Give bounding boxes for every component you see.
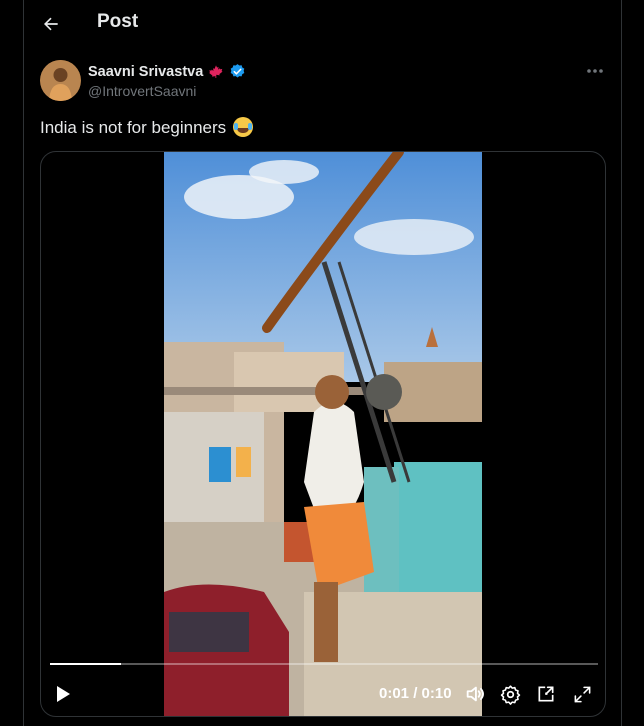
page-header: Post — [24, 0, 621, 46]
post-column: Post Saavni Srivastva @IntrovertSaavni I… — [23, 0, 622, 726]
video-player[interactable]: 0:01 / 0:10 — [40, 151, 606, 717]
fullscreen-icon — [574, 686, 590, 702]
back-button[interactable] — [36, 9, 66, 39]
more-icon — [587, 69, 603, 73]
play-icon — [57, 686, 70, 702]
picture-in-picture-button[interactable] — [535, 682, 557, 706]
more-options-button[interactable] — [585, 63, 605, 79]
video-progress-bar[interactable] — [50, 663, 598, 665]
fullscreen-button[interactable] — [571, 682, 593, 706]
author-name[interactable]: Saavni Srivastva — [88, 64, 203, 80]
video-frame[interactable] — [164, 152, 482, 716]
volume-icon — [466, 686, 484, 702]
author-handle[interactable]: @IntrovertSaavni — [88, 83, 196, 99]
settings-icon — [500, 684, 520, 705]
face-with-tears-of-joy-icon — [232, 117, 253, 137]
play-button[interactable] — [53, 682, 73, 706]
arrow-left-icon — [44, 17, 58, 31]
avatar[interactable] — [40, 60, 81, 101]
tweet-text: India is not for beginners — [40, 117, 253, 138]
author-name-row[interactable]: Saavni Srivastva — [88, 63, 246, 80]
tweet-text-content: India is not for beginners — [40, 118, 227, 137]
page-title: Post — [97, 11, 139, 32]
video-progress-fill — [50, 663, 122, 665]
video-time-display: 0:01 / 0:10 — [379, 685, 452, 702]
verified-badge-icon[interactable] — [229, 63, 246, 80]
settings-button[interactable] — [499, 682, 521, 706]
picture-in-picture-icon — [538, 686, 554, 702]
maple-leaf-icon — [209, 64, 223, 78]
volume-button[interactable] — [464, 682, 486, 706]
